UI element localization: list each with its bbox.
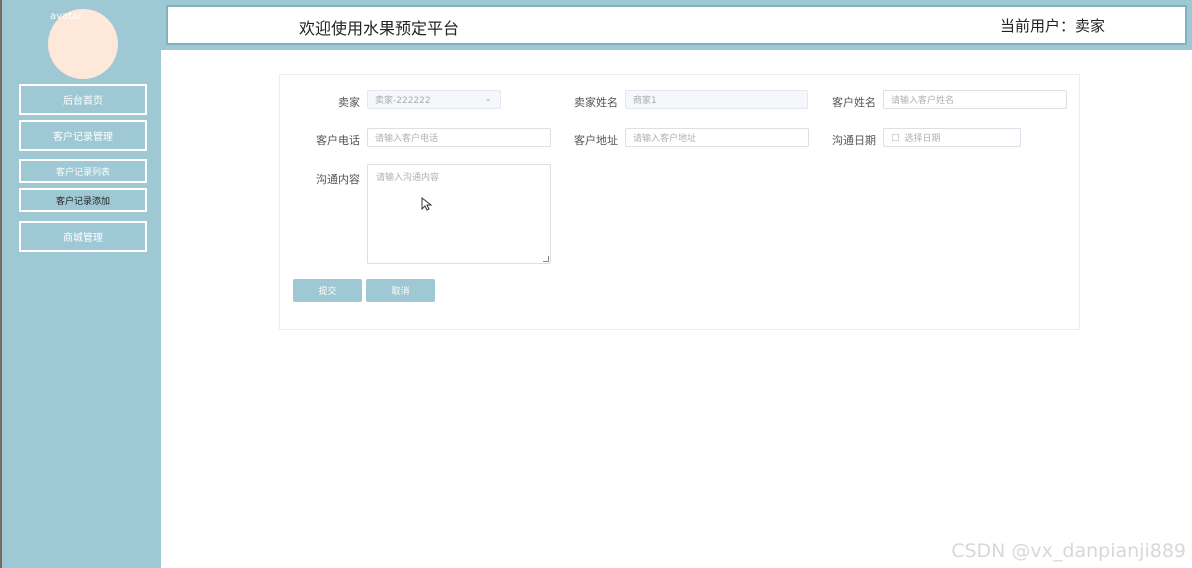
- customer-name-label: 客户姓名: [832, 96, 876, 109]
- customer-address-placeholder: 请输入客户地址: [633, 134, 697, 144]
- resize-handle-icon[interactable]: [543, 256, 549, 262]
- cancel-button-label: 取消: [391, 287, 410, 297]
- avatar-alt-text: avatar: [50, 11, 83, 22]
- sidebar-item-label: 后台首页: [63, 96, 103, 107]
- watermark: CSDN @vx_danpianji889: [951, 540, 1186, 562]
- cancel-button[interactable]: 取消: [366, 279, 435, 302]
- submit-button-label: 提交: [318, 287, 337, 297]
- seller-name-label: 卖家姓名: [574, 96, 618, 109]
- seller-label: 卖家: [338, 96, 360, 109]
- chevron-down-icon: ⌄: [484, 94, 492, 104]
- seller-name-field[interactable]: 商家1: [625, 90, 808, 109]
- submit-button[interactable]: 提交: [293, 279, 362, 302]
- sidebar-item-label: 客户记录管理: [53, 132, 113, 143]
- customer-phone-placeholder: 请输入客户电话: [375, 134, 439, 144]
- contact-date-label: 沟通日期: [832, 134, 876, 147]
- header-panel: 欢迎使用水果预定平台 当前用户：卖家: [166, 5, 1187, 45]
- sidebar-item-customer-record-list[interactable]: 客户记录列表: [19, 159, 147, 183]
- sidebar: avatar 后台首页 客户记录管理 客户记录列表 客户记录添加 商城管理: [0, 0, 161, 568]
- contact-content-label: 沟通内容: [316, 173, 360, 186]
- sidebar-item-label: 商城管理: [63, 233, 103, 244]
- customer-phone-input[interactable]: 请输入客户电话: [367, 128, 551, 147]
- contact-content-placeholder: 请输入沟通内容: [376, 173, 440, 183]
- calendar-icon: □: [891, 132, 900, 143]
- sidebar-item-label: 客户记录添加: [55, 196, 110, 207]
- header: 欢迎使用水果预定平台 当前用户：卖家: [161, 0, 1192, 50]
- contact-content-textarea[interactable]: 请输入沟通内容: [367, 164, 551, 264]
- customer-name-input[interactable]: 请输入客户姓名: [883, 90, 1067, 109]
- sidebar-item-customer-records[interactable]: 客户记录管理: [19, 120, 147, 151]
- customer-name-placeholder: 请输入客户姓名: [891, 96, 955, 106]
- sidebar-item-mall-management[interactable]: 商城管理: [19, 221, 147, 252]
- contact-date-placeholder: 选择日期: [904, 134, 941, 144]
- contact-date-picker[interactable]: □ 选择日期: [883, 128, 1021, 147]
- app: avatar 后台首页 客户记录管理 客户记录列表 客户记录添加 商城管理 欢迎…: [0, 0, 1192, 568]
- seller-select[interactable]: 卖家-222222 ⌄: [367, 90, 501, 109]
- customer-address-label: 客户地址: [574, 134, 618, 147]
- sidebar-item-dashboard[interactable]: 后台首页: [19, 84, 147, 115]
- seller-name-value: 商家1: [633, 96, 657, 106]
- seller-select-value: 卖家-222222: [375, 96, 431, 106]
- mouse-cursor-icon: [421, 197, 433, 211]
- form-card: 卖家 卖家-222222 ⌄ 卖家姓名 商家1 客户姓名 请输入客户姓名 客户电…: [279, 74, 1080, 330]
- page-title: 欢迎使用水果预定平台: [299, 19, 460, 38]
- customer-phone-label: 客户电话: [316, 134, 360, 147]
- current-user: 当前用户：卖家: [999, 17, 1105, 35]
- sidebar-item-label: 客户记录列表: [55, 167, 110, 178]
- sidebar-item-customer-record-add[interactable]: 客户记录添加: [19, 188, 147, 212]
- customer-address-input[interactable]: 请输入客户地址: [625, 128, 809, 147]
